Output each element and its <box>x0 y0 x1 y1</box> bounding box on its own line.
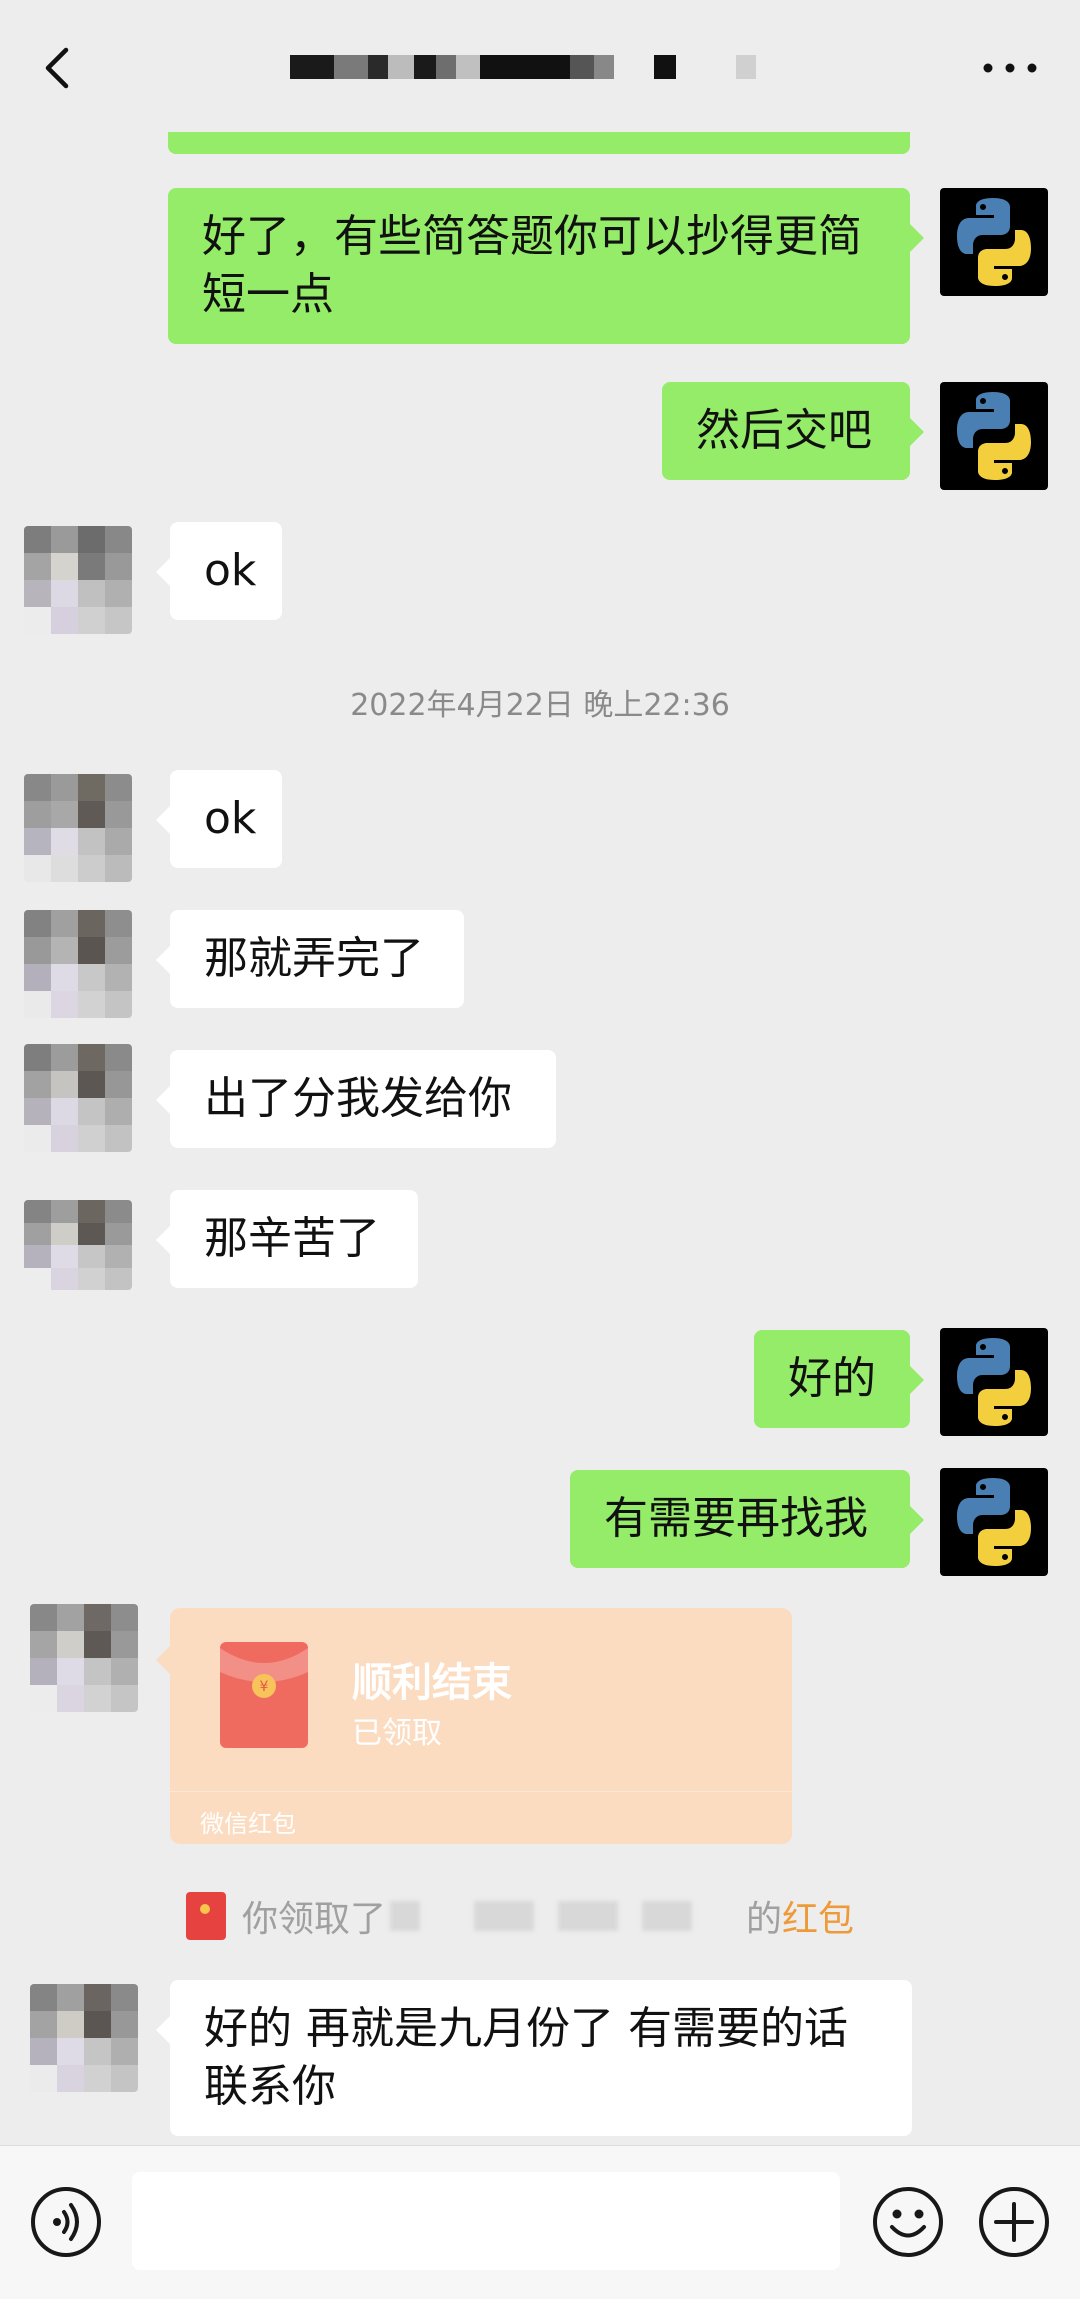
python-logo-icon <box>957 1478 1031 1566</box>
my-avatar[interactable] <box>940 188 1048 296</box>
message-text: 好的 再就是九月份了 有需要的话联系你 <box>204 2003 848 2112</box>
message-bubble-outgoing[interactable]: 好的 <box>754 1330 924 1428</box>
my-avatar[interactable] <box>940 1328 1048 1436</box>
red-envelope-icon: ¥ <box>220 1642 308 1748</box>
notice-mid: 的 <box>746 1899 783 1940</box>
python-logo-icon <box>957 392 1031 480</box>
message-bubble-incoming[interactable]: 好的 再就是九月份了 有需要的话联系你 <box>156 1980 912 2136</box>
my-avatar[interactable] <box>940 382 1048 490</box>
python-logo-icon <box>957 198 1031 286</box>
red-packet-status: 已领取 <box>352 1716 442 1751</box>
message-bubble-incoming[interactable]: ok <box>156 522 282 620</box>
contact-avatar[interactable] <box>24 774 132 882</box>
emoji-icon <box>873 2187 943 2257</box>
message-text: ok <box>204 545 257 596</box>
svg-text:¥: ¥ <box>260 1679 269 1695</box>
redacted-name <box>558 1901 619 1931</box>
message-bubble-incoming[interactable]: ok <box>156 770 282 868</box>
voice-input-button[interactable] <box>28 2184 104 2260</box>
red-packet-title: 顺利结束 <box>352 1660 512 1706</box>
message-input[interactable] <box>132 2172 840 2270</box>
message-text: 好了，有些简答题你可以抄得更简短一点 <box>202 211 862 320</box>
top-bar <box>0 0 1080 132</box>
input-bar <box>0 2145 1080 2299</box>
contact-avatar[interactable] <box>24 1044 132 1152</box>
message-bubble-incoming[interactable]: 那辛苦了 <box>156 1190 418 1288</box>
chat-area[interactable]: 好了，有些简答题你可以抄得更简短一点 然后交吧 ok 2022年4月22日 晚上… <box>0 0 1080 2145</box>
chevron-left-icon <box>45 47 69 89</box>
chat-title-redacted <box>290 55 756 79</box>
back-button[interactable] <box>30 38 90 98</box>
timestamp: 2022年4月22日 晚上22:36 <box>350 688 730 723</box>
system-notice: 你领取了 的 红包 <box>186 1890 854 1942</box>
redacted-name <box>642 1901 693 1931</box>
emoji-button[interactable] <box>870 2184 946 2260</box>
message-text: 那就弄完了 <box>204 933 424 984</box>
message-text: 那辛苦了 <box>204 1213 380 1264</box>
contact-avatar[interactable] <box>30 1604 138 1712</box>
message-text: 有需要再找我 <box>604 1493 868 1544</box>
contact-avatar[interactable] <box>24 526 132 634</box>
contact-avatar[interactable] <box>24 910 132 1018</box>
red-packet-link[interactable]: 红包 <box>782 1890 854 1942</box>
contact-avatar[interactable] <box>30 1984 138 2092</box>
message-bubble-incoming[interactable]: 那就弄完了 <box>156 910 464 1008</box>
notice-prefix: 你领取了 <box>242 1899 387 1940</box>
redacted-name <box>390 1901 421 1931</box>
message-text: 好的 <box>788 1353 876 1404</box>
python-logo-icon <box>957 1338 1031 1426</box>
message-text: ok <box>204 793 257 844</box>
red-packet-card[interactable]: ¥ 顺利结束 已领取 微信红包 <box>156 1608 792 1844</box>
message-bubble-outgoing[interactable]: 好了，有些简答题你可以抄得更简短一点 <box>168 188 924 344</box>
red-envelope-icon <box>186 1892 226 1940</box>
more-functions-button[interactable] <box>976 2184 1052 2260</box>
voice-icon <box>31 2187 101 2257</box>
plus-icon <box>979 2187 1049 2257</box>
message-text: 然后交吧 <box>696 405 872 456</box>
more-options-button[interactable] <box>970 38 1050 98</box>
red-packet-footer: 微信红包 <box>170 1791 792 1844</box>
contact-avatar[interactable] <box>24 1200 132 1290</box>
more-dots-icon <box>983 63 1037 73</box>
message-bubble-outgoing[interactable]: 然后交吧 <box>662 382 924 480</box>
redacted-name <box>474 1901 535 1931</box>
message-bubble-outgoing[interactable]: 有需要再找我 <box>570 1470 924 1568</box>
message-text: 出了分我发给你 <box>204 1073 512 1124</box>
message-bubble-incoming[interactable]: 出了分我发给你 <box>156 1050 556 1148</box>
red-packet-footer-label: 微信红包 <box>200 1810 296 1838</box>
my-avatar[interactable] <box>940 1468 1048 1576</box>
